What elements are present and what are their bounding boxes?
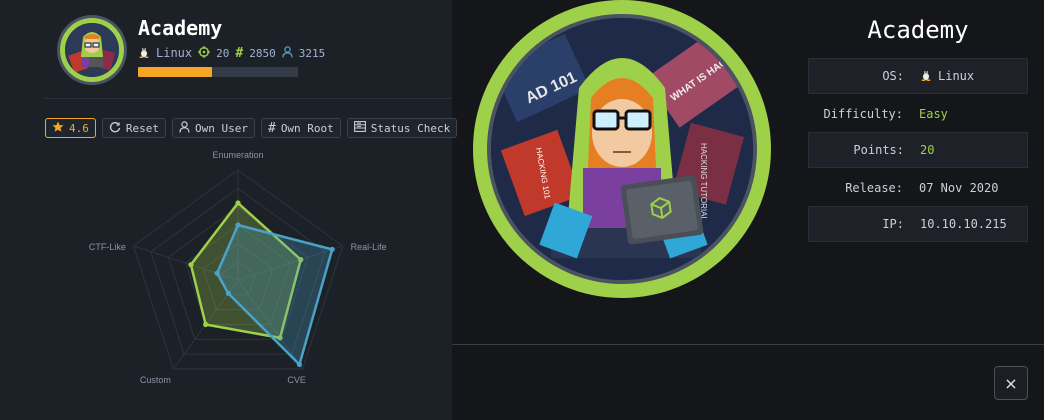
points-value: 20 <box>920 143 935 157</box>
info-row-ip: IP: 10.10.10.215 <box>808 206 1028 242</box>
rating-label: 4.6 <box>69 121 89 135</box>
radar-axis-label: CVE <box>287 375 306 385</box>
linux-icon <box>920 68 932 84</box>
svg-text:HACKING TUTORIAL: HACKING TUTORIAL <box>699 143 708 221</box>
radar-axis-label: Custom <box>140 375 171 385</box>
machine-artwork: AD 101 WHAT IS HACKING? HACKING 101 HACK… <box>491 18 753 280</box>
machine-avatar[interactable] <box>60 18 124 82</box>
own-root-label: Own Root <box>280 121 334 135</box>
info-row-points: Points: 20 <box>808 132 1028 168</box>
divider <box>44 98 452 99</box>
radar-axis-label: Enumeration <box>212 150 263 160</box>
star-icon <box>52 121 64 136</box>
server-icon <box>353 121 366 135</box>
info-key: IP: <box>882 217 904 231</box>
radar-series-area <box>215 223 334 367</box>
target-icon <box>198 45 211 61</box>
radar-point <box>235 200 241 206</box>
points-value: 20 <box>216 46 230 60</box>
machine-title: Academy <box>138 16 223 40</box>
release-value: 07 Nov 2020 <box>919 181 999 195</box>
info-row-difficulty: Difficulty: Easy <box>808 96 1028 132</box>
radar-point <box>214 270 220 276</box>
user-icon <box>282 45 293 61</box>
radar-point <box>225 290 231 296</box>
difficulty-value: Easy <box>919 107 948 121</box>
machine-meta: Linux 20 # 2850 3215 <box>138 45 325 61</box>
radar-axis-label: CTF-Like <box>89 242 126 252</box>
linux-icon <box>138 45 150 61</box>
info-row-release: Release: 07 Nov 2020 <box>808 170 1028 206</box>
status-check-button[interactable]: Status Check <box>346 118 458 138</box>
own-user-button[interactable]: Own User <box>172 118 255 138</box>
panel-divider <box>452 344 1044 345</box>
user-outline-icon <box>179 120 190 136</box>
progress-fill <box>138 67 212 77</box>
info-value: Linux <box>914 68 974 84</box>
close-button[interactable]: × <box>994 366 1028 400</box>
refresh-icon <box>109 121 121 136</box>
info-key: OS: <box>882 69 904 83</box>
own-progress-bar <box>138 67 298 77</box>
radar-point <box>203 321 209 328</box>
info-key: Points: <box>853 143 904 157</box>
machine-avatar-large: AD 101 WHAT IS HACKING? HACKING 101 HACK… <box>473 0 771 298</box>
hash-icon: # <box>235 45 244 61</box>
info-key: Difficulty: <box>823 107 903 121</box>
users-value: 3215 <box>298 46 326 60</box>
radar-axis-label: Real-Life <box>351 242 387 252</box>
radar-point <box>188 262 194 268</box>
radar-point <box>329 246 335 253</box>
ip-value: 10.10.10.215 <box>920 217 1007 231</box>
own-user-label: Own User <box>195 121 248 135</box>
radar-point <box>235 222 241 228</box>
info-key: Release: <box>845 181 903 195</box>
difficulty-radar-chart: Enumeration Real-Life CVE Custom CTF-Like <box>89 150 387 385</box>
radar-point <box>296 361 303 368</box>
reset-label: Reset <box>125 121 159 135</box>
os-label: Linux <box>156 46 193 60</box>
action-buttons: 4.6 Reset Own User # Own Root Status Che… <box>45 118 458 138</box>
score-value: 2850 <box>249 46 276 60</box>
close-icon: × <box>1004 373 1018 393</box>
hash-outline-icon: # <box>267 120 276 136</box>
status-check-label: Status Check <box>370 121 451 135</box>
reset-button[interactable]: Reset <box>101 118 166 138</box>
os-value: Linux <box>938 69 975 83</box>
info-row-os: OS: Linux <box>808 58 1028 94</box>
detail-title: Academy <box>867 16 969 44</box>
rating-button[interactable]: 4.6 <box>45 118 96 138</box>
own-root-button[interactable]: # Own Root <box>260 118 341 138</box>
